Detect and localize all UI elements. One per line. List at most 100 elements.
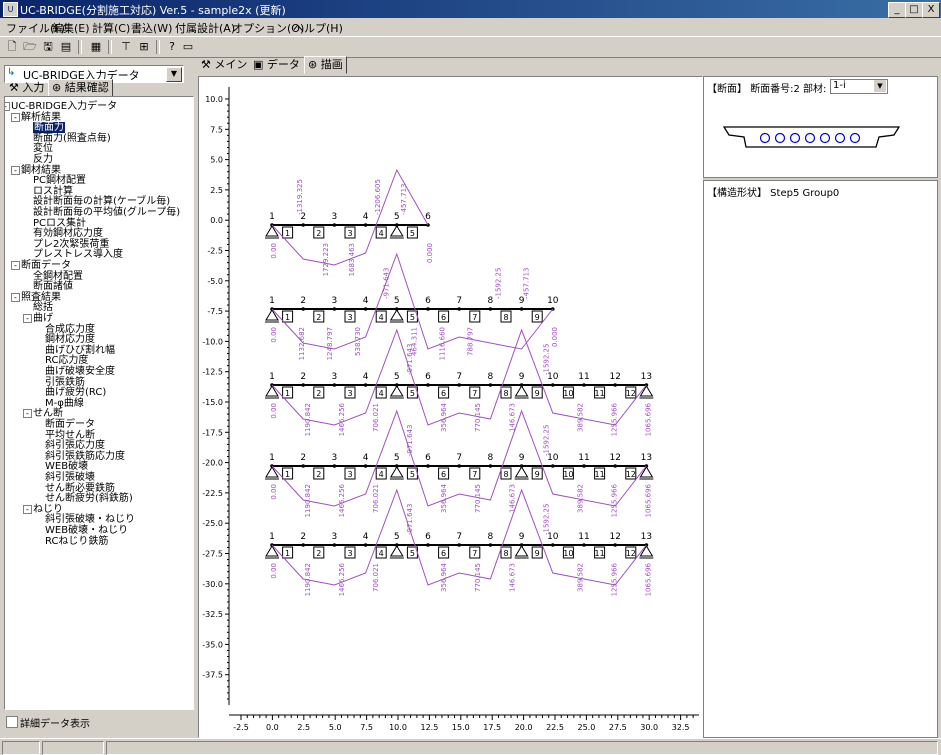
x-tick-label: -2.5 [233,723,249,732]
tree-item[interactable]: 曲げ疲労(RC) [45,387,106,398]
menu-calc[interactable]: 計算(C) [92,20,130,36]
tree-item[interactable]: PC鋼材配置 [33,175,86,186]
expand-toggle[interactable]: - [23,504,32,514]
tree-item[interactable]: 曲げ破壊安全度 [45,366,115,377]
tree-item[interactable]: 鋼材応力度 [45,334,95,345]
tab-input-label: 入力 [22,81,45,94]
tree-item[interactable]: 解析結果 [21,112,61,123]
toolbar-separator [78,40,82,54]
member-label: 12 [626,389,636,398]
node-dot [613,543,617,547]
tree-item[interactable]: 変位 [33,143,53,154]
menu-write[interactable]: 書込(W) [131,20,172,36]
expand-toggle[interactable]: - [11,292,20,302]
node-dot [457,543,462,547]
tree-item[interactable]: 斜引張破壊 [45,472,95,483]
y-tick-label: 5.0 [210,156,223,165]
expand-toggle[interactable]: - [11,261,20,270]
tree-item[interactable]: 合成応力度 [45,324,95,335]
support-triangle [389,385,404,397]
chevron-down-icon[interactable]: ▼ [166,67,182,82]
tree-item[interactable]: 有効鋼材応力度 [33,228,103,239]
tree-item[interactable]: 平均せん断 [45,430,95,441]
moment-value-label: 1065.696 [644,483,652,517]
tab-data[interactable]: ▣ データ [250,57,303,73]
moment-value-label: 770.145 [474,563,482,592]
new-icon[interactable]: 🗋 [4,39,20,54]
tab-input[interactable]: ⚒ 入力 [6,80,47,96]
tree-item[interactable]: せん断疲労(斜鉄筋) [45,493,133,504]
support-triangle [265,466,279,478]
tree-item[interactable]: PCロス集計 [33,218,86,229]
tree-item[interactable]: 引張鉄筋 [45,377,85,388]
x-tick-label: 17.5 [483,723,501,732]
minimize-button[interactable]: _ [888,2,906,18]
expand-toggle[interactable]: - [11,112,20,122]
tree-item[interactable]: 斜引張応力度 [45,440,105,451]
node-dot [551,543,555,547]
moment-value-label: 0.000 [551,327,559,347]
tree-item[interactable]: プレストレス導入度 [33,249,123,260]
tree-item[interactable]: 設計断面毎の計算(ケーブル毎) [33,196,170,207]
expand-toggle[interactable]: - [11,165,20,175]
tree-item[interactable]: RC応力度 [45,355,88,366]
tab-draw[interactable]: ⊛ 描画 [304,56,347,74]
tab-main[interactable]: ⚒ メイン [198,57,250,73]
menu-edit[interactable]: 編集(E) [52,20,90,36]
save-icon[interactable]: 🖫 [40,39,56,54]
member-label: 7 [472,470,477,479]
moment-value-label: -1592.25 [495,268,503,299]
node-dot [301,543,305,547]
tree-item[interactable]: 断面諸値 [33,281,73,292]
expand-toggle[interactable]: - [23,409,32,419]
moment-value-label: 389.582 [576,484,584,513]
tree-item[interactable]: 断面データ [45,419,95,430]
support-triangle [265,225,279,237]
expand-toggle[interactable]: - [5,102,10,111]
tree-item[interactable]: 鋼材結果 [21,165,61,176]
tree-item[interactable]: 曲げ [33,313,53,324]
member-label: 11 [595,470,605,479]
info-icon[interactable]: ▭ [180,39,196,54]
menu-help[interactable]: ヘルプ(H) [293,20,343,36]
tree-item[interactable]: RCねじり鉄筋 [45,536,108,547]
tree-item[interactable]: 断面力 [33,122,65,134]
maximize-button[interactable]: □ [905,2,923,18]
member-label: 3 [347,229,352,238]
print-icon[interactable]: ▤ [58,39,74,54]
tree-item[interactable]: WEB破壊・ねじり [45,525,128,536]
drawing-canvas[interactable]: 10.0 7.5 5.0 2.5 0.0 -2.5 -5.0 -7.5 -10.0 -12.5 -1… [198,76,703,738]
open-icon[interactable]: 🗁 [22,39,38,54]
title-bar: U UC-BRIDGE(分割施工対応) Ver.5 - sample2x (更新… [0,0,941,18]
result-tree[interactable]: - UC-BRIDGE入力データ - 解析結果 断面力 断面力(照査点毎) 変位 反力 - 鋼材結… [4,96,194,710]
tree-item[interactable]: 反力 [33,154,53,165]
tree-item[interactable]: せん断必要鉄筋 [45,483,115,494]
menu-attached-design[interactable]: 付属設計(A) [175,20,235,36]
tree-item[interactable]: 総括 [33,302,53,313]
calc-icon[interactable]: ▦ [88,39,104,54]
tree-item[interactable]: 全鋼材配置 [33,271,83,282]
detail-checkbox[interactable] [6,716,18,728]
tool2-icon[interactable]: ⊞ [136,39,152,54]
tree-item[interactable]: せん断 [33,408,63,419]
close-button[interactable]: X [922,2,940,18]
tree-item[interactable]: 斜引張破壊・ねじり [45,514,135,525]
tree-item[interactable]: 断面データ [21,260,71,271]
node-dot [332,543,337,547]
y-tick-label: -32.5 [202,610,223,619]
help-icon[interactable]: ? [164,39,180,54]
node-label: 9 [519,532,525,542]
node-dot [332,383,337,387]
tab-result-label: 結果確認 [64,81,109,94]
tree-item[interactable]: 設計断面毎の平均値(グループ毎) [33,207,180,218]
moment-value-label: 770.145 [474,403,482,432]
tree-item[interactable]: WEB破壊 [45,461,88,472]
tab-result[interactable]: ⊛ 結果確認 [48,79,113,97]
node-label: 3 [332,372,338,382]
y-tick-label: -7.5 [207,307,223,316]
expand-toggle[interactable]: - [23,314,32,323]
tree-item[interactable]: UC-BRIDGE入力データ [11,101,117,112]
moment-value-label: -1592.25 [542,344,550,375]
tool1-icon[interactable]: ⊤ [118,39,134,54]
x-tick-label: 32.5 [672,723,690,732]
